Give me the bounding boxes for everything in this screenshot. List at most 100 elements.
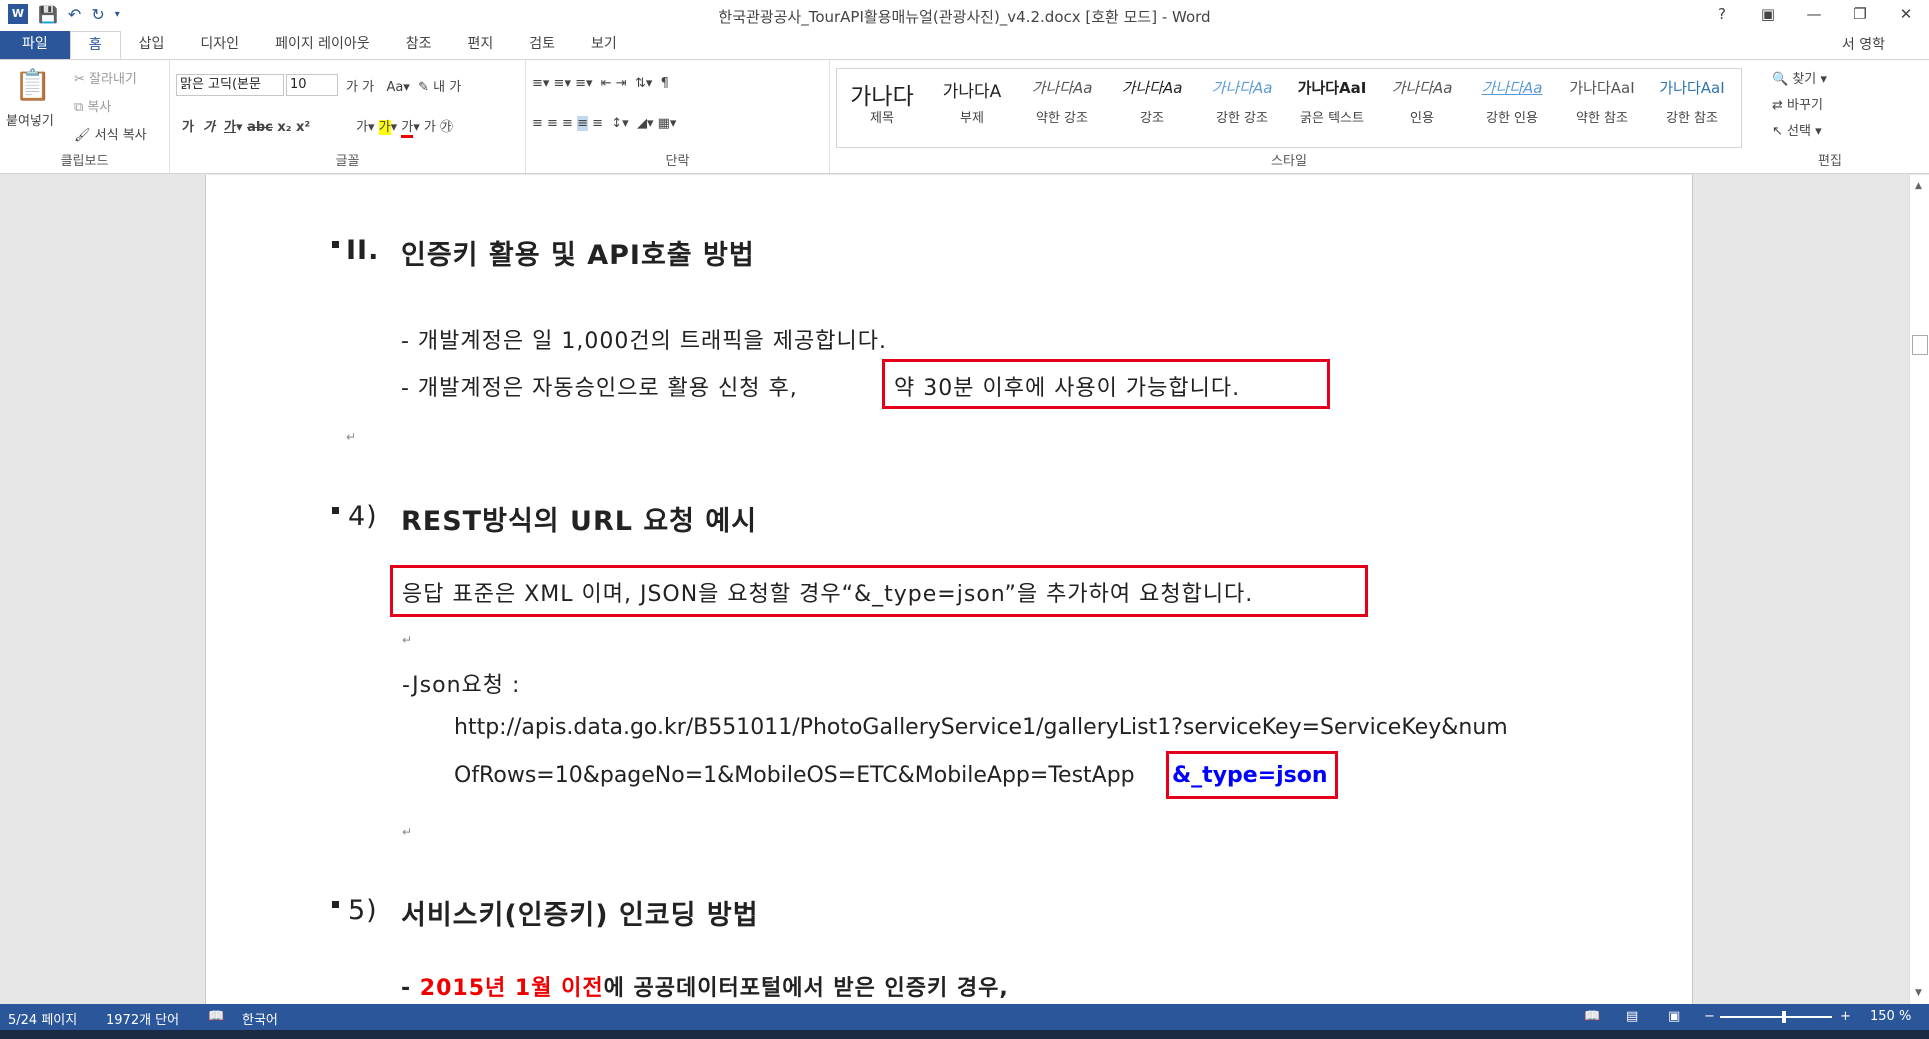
copy-label: 복사: [87, 100, 112, 115]
style-name: 강조: [1140, 111, 1164, 126]
tab-mailings[interactable]: 편지: [449, 31, 511, 59]
editing-group: 🔍 찾기 ▾ ⇄ 바꾸기 ↖ 선택 ▾ 편집: [1760, 60, 1900, 173]
text-line: - 개발계정은 자동승인으로 활용 신청 후,: [401, 376, 798, 401]
read-mode-icon[interactable]: 📖: [1584, 1009, 1600, 1024]
scroll-thumb[interactable]: [1912, 335, 1928, 355]
heading-1: 인증키 활용 및 API호출 방법: [401, 240, 755, 271]
style-preview: 가나다AaI: [1659, 79, 1725, 97]
font-label: 글꼴: [335, 154, 360, 169]
align-buttons[interactable]: ≡ ≡ ≡ ≡ ≡ ↕▾ ◢▾ ▦▾: [532, 116, 676, 131]
page-count[interactable]: 5/24 페이지: [8, 1009, 77, 1028]
user-account[interactable]: 서 영학: [1842, 34, 1885, 54]
clipboard-label: 클립보드: [60, 154, 109, 169]
tab-page-layout[interactable]: 페이지 레이아웃: [257, 31, 388, 59]
cut-label: 잘라내기: [89, 72, 137, 87]
style-name: 인용: [1410, 111, 1434, 126]
help-icon[interactable]: ?: [1699, 0, 1745, 30]
style-name: 약한 강조: [1036, 111, 1088, 126]
style-intense-emphasis[interactable]: 가나다Aa 강한 강조: [1197, 69, 1287, 147]
print-layout-icon[interactable]: ▤: [1626, 1009, 1638, 1024]
format-painter-label: 서식 복사: [94, 128, 147, 143]
zoom-out-icon[interactable]: −: [1704, 1009, 1715, 1024]
list-buttons[interactable]: ≡▾ ≡▾ ≡▾ ⇤ ⇥ ⇅▾ ¶: [532, 76, 669, 91]
proofing-icon[interactable]: 📖: [208, 1009, 224, 1024]
url-line: OfRows=10&pageNo=1&MobileOS=ETC&MobileAp…: [454, 763, 1135, 788]
vertical-scrollbar[interactable]: ▲ ▼: [1909, 175, 1929, 1004]
select-button[interactable]: ↖ 선택 ▾: [1772, 120, 1822, 139]
style-strong[interactable]: 가나다AaI 굵은 텍스트: [1287, 69, 1377, 147]
word-count[interactable]: 1972개 단어: [106, 1009, 179, 1028]
web-layout-icon[interactable]: ▣: [1668, 1009, 1680, 1024]
style-preview: 가나다Aa: [1391, 79, 1453, 97]
paragraph-label: 단락: [665, 154, 690, 169]
url-type-param: &_type=json: [1172, 763, 1328, 788]
style-preview: 가나다A: [942, 82, 1002, 102]
tab-view[interactable]: 보기: [573, 31, 635, 59]
heading-bullet: [332, 901, 339, 908]
styles-gallery: 가나다 제목 가나다A 부제 가나다Aa 약한 강조 가나다Aa 강조 가나다Aa 강한 …: [836, 68, 1742, 148]
format-painter-button[interactable]: 🖌 서식 복사: [74, 124, 147, 143]
text-line: - 개발계정은 일 1,000건의 트래픽을 제공합니다.: [401, 329, 887, 354]
font-size-input[interactable]: 10: [286, 74, 338, 96]
heading-2: REST방식의 URL 요청 예시: [401, 506, 758, 537]
status-bar: 5/24 페이지 1972개 단어 📖 한국어 📖 ▤ ▣ − + 150 %: [0, 1004, 1929, 1030]
paragraph-mark: ↵: [346, 430, 357, 444]
style-quote[interactable]: 가나다Aa 인용: [1377, 69, 1467, 147]
tab-file[interactable]: 파일: [0, 31, 70, 59]
tab-home[interactable]: 홈: [69, 31, 121, 59]
style-name: 강한 참조: [1666, 111, 1718, 126]
replace-button[interactable]: ⇄ 바꾸기: [1772, 94, 1823, 113]
tab-review[interactable]: 검토: [511, 31, 573, 59]
style-subtle-reference[interactable]: 가나다AaI 약한 참조: [1557, 69, 1647, 147]
clipboard-group: 📋 붙여넣기 ✂ 잘라내기 ⧉ 복사 🖌 서식 복사 클립보드: [0, 60, 170, 173]
style-preview: 가나다AaI: [1569, 79, 1635, 97]
style-name: 약한 참조: [1576, 111, 1628, 126]
style-emphasis[interactable]: 가나다Aa 강조: [1107, 69, 1197, 147]
font-format-buttons[interactable]: 가 가 가▾ abc x₂ x²: [182, 116, 310, 135]
style-intense-quote[interactable]: 가나다Aa 강한 인용: [1467, 69, 1557, 147]
heading-bullet: [332, 241, 339, 248]
cut-button[interactable]: ✂ 잘라내기: [74, 68, 137, 87]
line-prefix: -: [401, 976, 420, 1001]
font-name-input[interactable]: 맑은 고딕(본문: [176, 74, 284, 96]
tab-design[interactable]: 디자인: [182, 31, 257, 59]
ribbon-display-icon[interactable]: ▣: [1745, 0, 1791, 30]
font-color-buttons[interactable]: 가▾ 가▾ 가▾ 가 ㉮: [356, 116, 453, 138]
heading-3: 서비스키(인증키) 인코딩 방법: [401, 900, 759, 931]
zoom-slider[interactable]: [1720, 1016, 1832, 1018]
paste-icon[interactable]: 📋: [14, 68, 51, 103]
restore-icon[interactable]: ❐: [1837, 0, 1883, 30]
scroll-up-icon[interactable]: ▲: [1915, 181, 1922, 191]
tab-references[interactable]: 참조: [388, 31, 450, 59]
window-title: 한국관광공사_TourAPI활용매뉴얼(관광사진)_v4.2.docx [호환 …: [718, 8, 1211, 26]
paste-button[interactable]: 붙여넣기: [6, 110, 54, 129]
red-text: 2015년 1월 이전: [419, 976, 604, 1001]
find-button[interactable]: 🔍 찾기 ▾: [1772, 68, 1827, 87]
zoom-slider-thumb[interactable]: [1782, 1011, 1786, 1023]
language[interactable]: 한국어: [242, 1009, 278, 1028]
style-subtle-emphasis[interactable]: 가나다Aa 약한 강조: [1017, 69, 1107, 147]
style-preview: 가나다: [850, 84, 914, 107]
replace-label: 바꾸기: [1787, 98, 1823, 113]
style-intense-reference[interactable]: 가나다AaI 강한 참조: [1647, 69, 1737, 147]
zoom-level[interactable]: 150 %: [1870, 1009, 1911, 1024]
tab-insert[interactable]: 삽입: [121, 31, 183, 59]
style-preview: 가나다Aa: [1031, 79, 1093, 97]
scroll-down-icon[interactable]: ▼: [1915, 988, 1922, 998]
style-subtitle[interactable]: 가나다A 부제: [927, 69, 1017, 147]
grow-font-button[interactable]: 가 가 Aa▾ ✎ 내 가: [346, 76, 461, 95]
text-line: -Json요청 :: [402, 673, 521, 698]
minimize-icon[interactable]: —: [1791, 0, 1837, 30]
close-icon[interactable]: ✕: [1883, 0, 1929, 30]
style-title[interactable]: 가나다 제목: [837, 69, 927, 147]
taskbar: [0, 1030, 1929, 1039]
copy-button[interactable]: ⧉ 복사: [74, 96, 111, 115]
document-page[interactable]: II. 인증키 활용 및 API호출 방법 - 개발계정은 일 1,000건의 …: [205, 175, 1693, 1004]
font-group: 맑은 고딕(본문 10 가 가 Aa▾ ✎ 내 가 가 가 가▾ abc x₂ …: [170, 60, 526, 173]
heading-number: 5): [348, 895, 378, 926]
ribbon-tabs: 파일 홈 삽입 디자인 페이지 레이아웃 참조 편지 검토 보기: [0, 30, 1929, 59]
scissors-icon: ✂: [74, 72, 90, 87]
ribbon: 📋 붙여넣기 ✂ 잘라내기 ⧉ 복사 🖌 서식 복사 클립보드 맑은 고딕(본문…: [0, 59, 1929, 174]
editing-label: 편집: [1818, 154, 1842, 169]
zoom-in-icon[interactable]: +: [1840, 1009, 1851, 1024]
